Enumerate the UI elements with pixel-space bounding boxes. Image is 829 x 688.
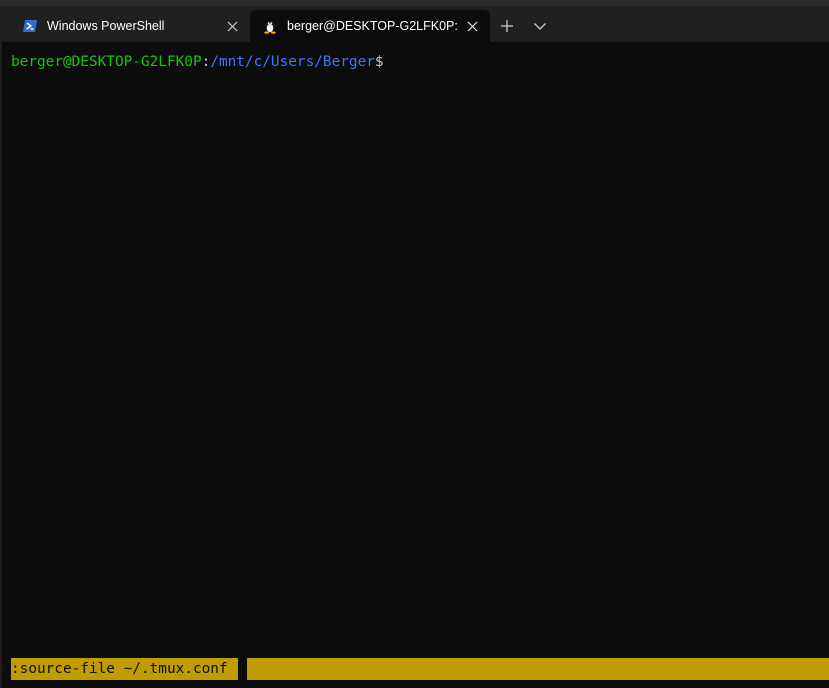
tab-label: berger@DESKTOP-G2LFK0P: /m (287, 19, 458, 33)
shell-prompt: berger@DESKTOP-G2LFK0P:/mnt/c/Users/Berg… (11, 53, 384, 71)
tmux-command-input[interactable]: :source-file ~/.tmux.conf (11, 658, 229, 680)
close-icon[interactable] (464, 18, 480, 34)
plus-icon (501, 20, 513, 32)
prompt-user-host: berger@DESKTOP-G2LFK0P (11, 54, 202, 70)
tab-bar: Windows PowerShell berger@DESKTOP-G2LFK0… (0, 6, 829, 42)
prompt-separator: : (201, 54, 211, 70)
close-icon[interactable] (224, 18, 240, 34)
new-tab-button[interactable] (493, 14, 521, 38)
chevron-down-icon (534, 23, 546, 30)
prompt-dollar: $ (374, 54, 384, 70)
tab-label: Windows PowerShell (47, 19, 165, 33)
text-cursor (238, 658, 247, 680)
powershell-icon (23, 20, 37, 32)
terminal-window: Windows PowerShell berger@DESKTOP-G2LFK0… (0, 0, 829, 688)
tab-dropdown-button[interactable] (526, 14, 554, 38)
tmux-status-bar: :source-file ~/.tmux.conf (11, 658, 829, 680)
linux-tux-icon (264, 21, 276, 34)
tab-wsl-berger[interactable]: berger@DESKTOP-G2LFK0P: /m (250, 10, 490, 42)
terminal-pane[interactable]: berger@DESKTOP-G2LFK0P:/mnt/c/Users/Berg… (0, 42, 829, 688)
prompt-path: /mnt/c/Users/Berger (210, 54, 375, 70)
tab-windows-powershell[interactable]: Windows PowerShell (10, 10, 250, 42)
